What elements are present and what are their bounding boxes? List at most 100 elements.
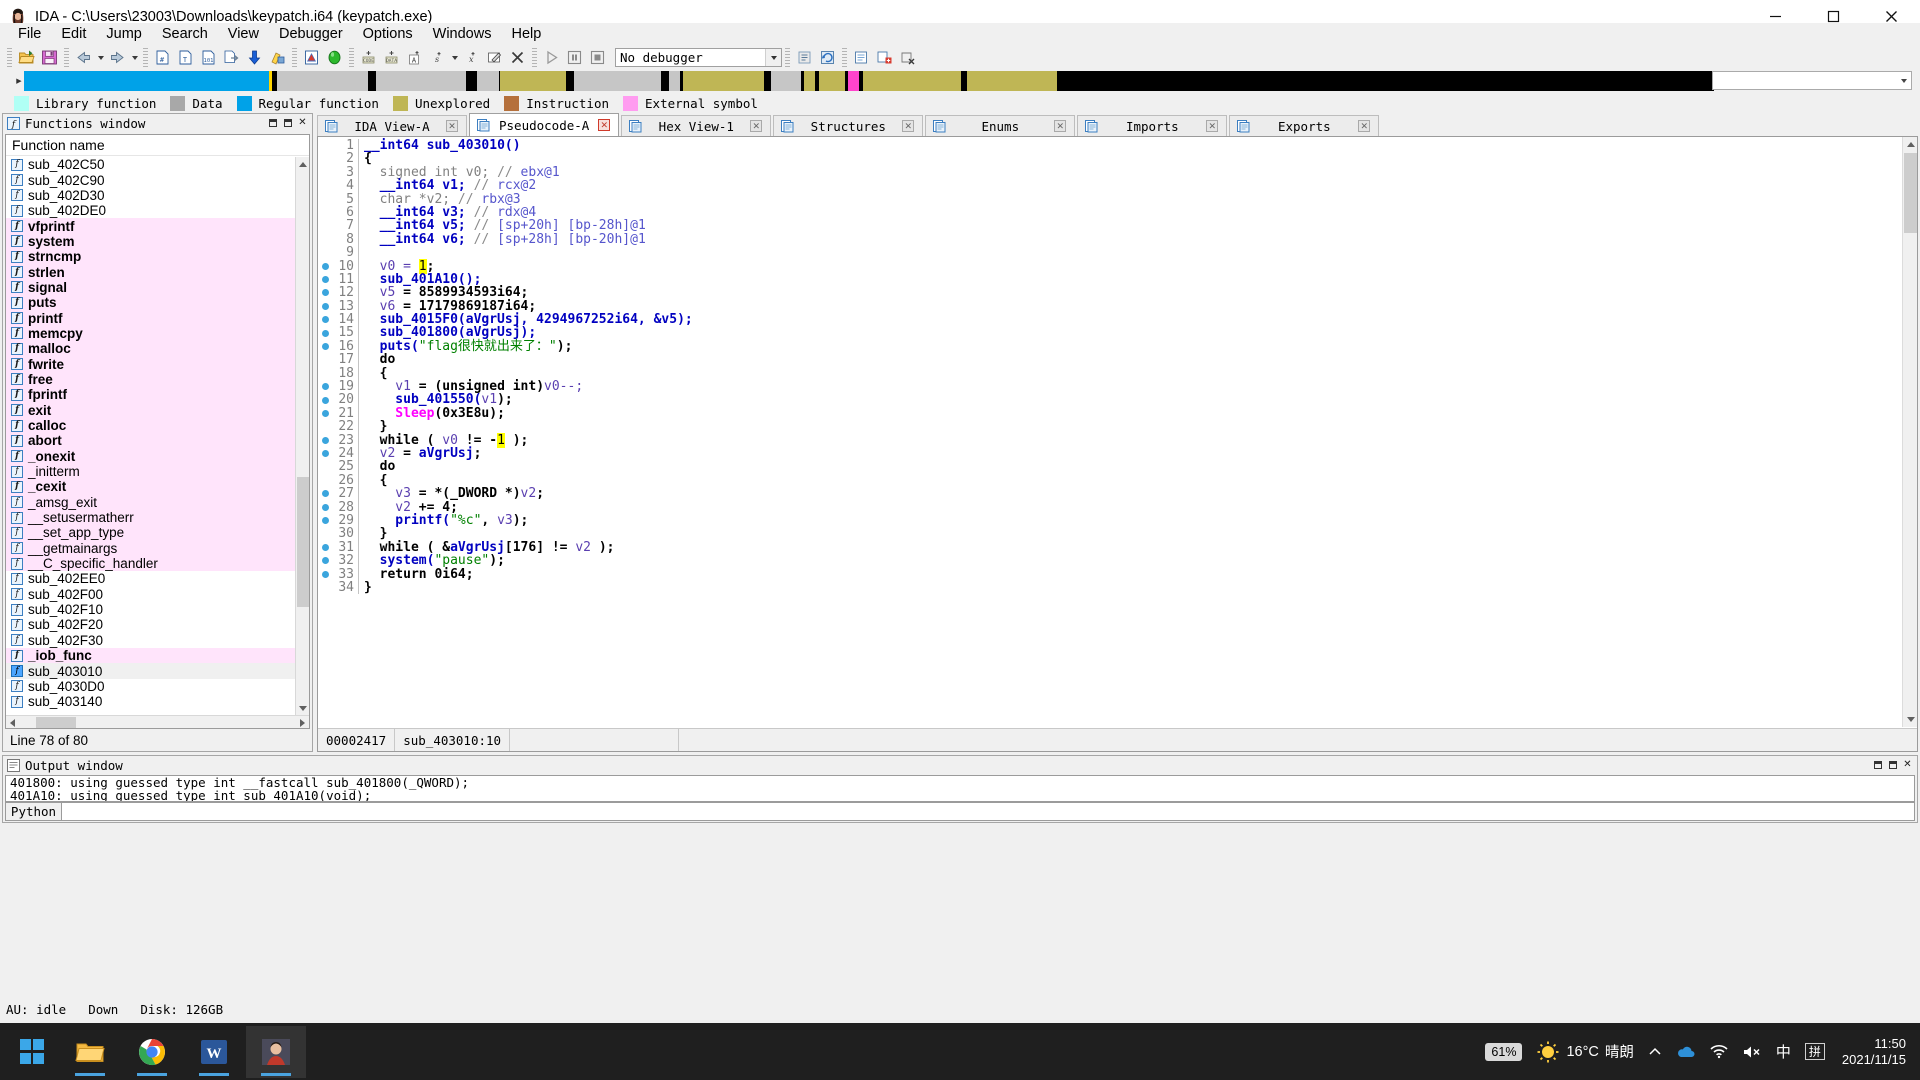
functions-vertical-scrollbar[interactable] [295, 157, 309, 715]
breakpoint-marker-icon[interactable] [318, 262, 332, 270]
back-nav-icon[interactable] [73, 47, 94, 68]
function-list-item[interactable]: f vfprintf [6, 218, 295, 234]
output-command-input[interactable] [62, 802, 1915, 821]
nav-segment[interactable] [574, 71, 661, 91]
code-line[interactable]: 1 __int64 sub_403010() [318, 139, 1902, 153]
function-list-item[interactable]: f sub_402D30 [6, 188, 295, 203]
search-text-icon[interactable]: T [175, 47, 196, 68]
code-line[interactable]: 34} [318, 580, 1902, 594]
toolbar-grip-6[interactable] [532, 48, 537, 67]
code-line[interactable]: 2{ [318, 152, 1902, 166]
menu-search[interactable]: Search [152, 24, 218, 44]
breakpoint-marker-icon[interactable] [318, 289, 332, 297]
code-line[interactable]: 30 } [318, 527, 1902, 541]
toolbar-grip-7[interactable] [785, 48, 790, 67]
breakpoint-marker-icon[interactable] [318, 343, 332, 351]
nav-segment[interactable] [770, 71, 801, 91]
nav-segment[interactable] [668, 71, 680, 91]
code-line[interactable]: 22 } [318, 420, 1902, 434]
function-list-item[interactable]: f fwrite [6, 356, 295, 372]
menu-file[interactable]: File [8, 24, 51, 44]
breakpoint-marker-icon[interactable] [318, 557, 332, 565]
close-panel-icon[interactable]: ✕ [295, 115, 310, 130]
pseudocode-lines[interactable]: 1 __int64 sub_403010() 2{3 signed int v0; … [318, 137, 1902, 594]
breakpoint-marker-icon[interactable] [318, 316, 332, 324]
breakpoint-marker-icon[interactable] [318, 503, 332, 511]
breakpoint-marker-icon[interactable] [318, 396, 332, 404]
code-line[interactable]: 6 __int64 v3; // rdx@4 [318, 206, 1902, 220]
function-list-item[interactable]: f calloc [6, 417, 295, 434]
function-list-item[interactable]: f puts [6, 295, 295, 311]
warning-icon[interactable] [301, 47, 322, 68]
nav-cursor[interactable] [269, 71, 273, 91]
tab-close-icon[interactable]: ✕ [1054, 120, 1067, 132]
nav-segment[interactable] [682, 71, 765, 91]
code-text[interactable]: __int64 sub_403010() [364, 139, 1902, 152]
function-list-item[interactable]: f sub_402F00 [6, 587, 295, 602]
nav-segment[interactable] [476, 71, 499, 91]
code-line[interactable]: 24 v2 = aVgrUsj; [318, 447, 1902, 460]
undefine-icon[interactable]: x [461, 47, 482, 68]
jump-xref-icon[interactable] [221, 47, 242, 68]
breakpoint-marker-icon[interactable] [318, 302, 332, 310]
onedrive-icon[interactable] [1676, 1044, 1696, 1060]
nav-segment[interactable] [376, 71, 466, 91]
function-list-item[interactable]: f _initterm [6, 463, 295, 480]
taskbar-clock[interactable]: 11:50 2021/11/15 [1842, 1036, 1906, 1068]
scroll-down-icon[interactable] [296, 701, 309, 715]
tab-close-icon[interactable]: ✕ [446, 120, 458, 132]
code-line[interactable]: 8 __int64 v6; // [sp+28h] [bp-20h]@1 [318, 232, 1902, 246]
wifi-icon[interactable] [1710, 1044, 1728, 1059]
function-list-item[interactable]: f memcpy [6, 325, 295, 342]
back-nav-dropdown-icon[interactable] [95, 47, 106, 68]
down-arrow-icon[interactable] [244, 47, 265, 68]
start-button[interactable] [4, 1028, 60, 1075]
function-list-item[interactable]: f free [6, 371, 295, 388]
function-list-item[interactable]: f system [6, 233, 295, 250]
code-text[interactable]: __int64 v3; // rdx@4 [364, 206, 1902, 219]
code-text[interactable]: do [364, 460, 1902, 473]
code-line[interactable]: 29 printf("%c", v3); [318, 514, 1902, 527]
code-text[interactable]: signed int v0; // ebx@1 [364, 166, 1902, 179]
breakpoint-marker-icon[interactable] [318, 276, 332, 284]
code-text[interactable]: { [364, 366, 1902, 380]
function-list-item[interactable]: f abort [6, 433, 295, 449]
function-list-item[interactable]: f sub_403140 [6, 694, 295, 709]
code-text[interactable]: return 0i64; [364, 567, 1902, 581]
maximize-panel-icon[interactable] [280, 115, 295, 130]
nav-segment[interactable] [863, 71, 961, 91]
code-line[interactable]: 12 v5 = 8589934593i64; [318, 286, 1902, 300]
taskbar-photo-app[interactable] [246, 1025, 306, 1078]
breakpoint-marker-icon[interactable] [318, 329, 332, 337]
function-list-item[interactable]: f sub_402F20 [6, 617, 295, 632]
pseudocode-vertical-scrollbar[interactable] [1902, 137, 1917, 727]
make-code-icon[interactable]: CODE [358, 47, 379, 68]
code-scroll-up-icon[interactable] [1903, 137, 1917, 152]
code-text[interactable]: while ( &aVgrUsj[176] != v2 ); [364, 541, 1902, 554]
code-text[interactable]: __int64 v5; // [sp+20h] [bp-28h]@1 [364, 219, 1902, 232]
edit-icon[interactable] [484, 47, 505, 68]
function-list-item[interactable]: f sub_403010 [6, 663, 295, 679]
function-list-item[interactable]: f sub_402C50 [6, 157, 295, 172]
forward-nav-dropdown-icon[interactable] [129, 47, 140, 68]
breakpoint-marker-icon[interactable] [318, 383, 332, 391]
code-text[interactable]: while ( v0 != -1 ); [364, 432, 1902, 448]
tab-close-icon[interactable]: ✕ [598, 119, 611, 131]
menu-windows[interactable]: Windows [423, 24, 502, 44]
taskbar-chrome[interactable] [122, 1026, 182, 1078]
code-line[interactable]: 9 [318, 246, 1902, 260]
code-text[interactable]: v3 = *(_DWORD *)v2; [364, 487, 1902, 500]
menu-help[interactable]: Help [501, 24, 551, 44]
breakpoint-marker-icon[interactable] [318, 570, 332, 578]
code-line[interactable]: 10 v0 = 1; [318, 258, 1902, 274]
breakpoint-marker-icon[interactable] [318, 543, 332, 551]
ime-mode-indicator[interactable]: 拼 [1804, 1043, 1825, 1060]
code-scroll-down-icon[interactable] [1903, 712, 1917, 727]
code-text[interactable]: sub_401550(v1); [364, 393, 1902, 406]
function-list-item[interactable]: f strncmp [6, 249, 295, 265]
code-text[interactable]: __int64 v1; // rcx@2 [364, 179, 1902, 192]
output-float-icon[interactable] [1870, 757, 1885, 772]
debug-refresh-icon[interactable] [817, 47, 838, 68]
code-text[interactable]: v5 = 8589934593i64; [364, 286, 1902, 299]
function-list-item[interactable]: f sub_402DE0 [6, 203, 295, 218]
